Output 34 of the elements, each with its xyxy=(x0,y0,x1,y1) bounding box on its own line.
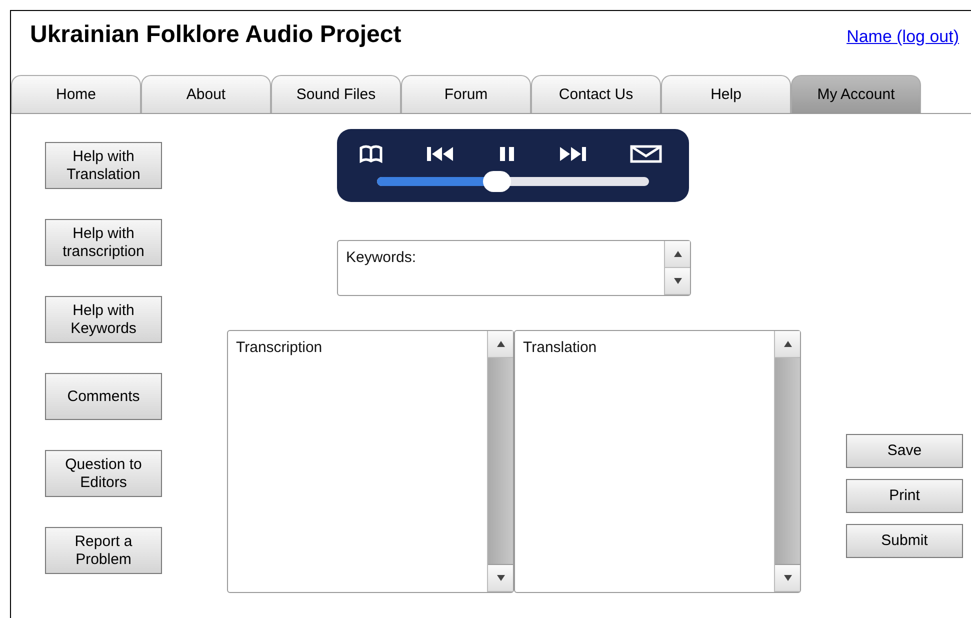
action-button[interactable]: Print xyxy=(846,479,963,513)
up-arrow-icon[interactable] xyxy=(784,341,792,347)
help-button[interactable]: Question to Editors xyxy=(45,450,162,497)
nav-tab[interactable]: Forum xyxy=(401,75,531,113)
down-arrow-icon[interactable] xyxy=(674,278,682,284)
site-title: Ukrainian Folklore Audio Project xyxy=(30,21,402,49)
scrollbar[interactable] xyxy=(774,331,800,592)
up-arrow-icon[interactable] xyxy=(496,341,504,347)
previous-icon[interactable] xyxy=(426,146,454,162)
nav-tab[interactable]: Contact Us xyxy=(531,75,661,113)
book-icon[interactable] xyxy=(359,145,383,163)
mail-icon[interactable] xyxy=(630,145,662,163)
action-button[interactable]: Save xyxy=(846,434,963,468)
nav-tab[interactable]: Help xyxy=(661,75,791,113)
progress-slider[interactable] xyxy=(377,171,649,192)
scrollbar[interactable] xyxy=(664,241,690,295)
up-arrow-icon[interactable] xyxy=(674,251,682,257)
help-button[interactable]: Help with Translation xyxy=(45,142,162,189)
down-arrow-icon[interactable] xyxy=(496,575,504,581)
slider-thumb[interactable] xyxy=(482,171,511,192)
help-button[interactable]: Help with Keywords xyxy=(45,296,162,343)
nav-tab[interactable]: My Account xyxy=(791,75,921,113)
pause-icon[interactable] xyxy=(498,146,516,162)
help-button[interactable]: Report a Problem xyxy=(45,527,162,574)
scrollbar[interactable] xyxy=(487,331,513,592)
nav-tab[interactable]: Sound Files xyxy=(271,75,401,113)
nav-tab[interactable]: About xyxy=(141,75,271,113)
down-arrow-icon[interactable] xyxy=(784,575,792,581)
nav-tab[interactable]: Home xyxy=(11,75,141,113)
help-button[interactable]: Help with transcription xyxy=(45,219,162,266)
action-button[interactable]: Submit xyxy=(846,524,963,558)
help-button[interactable]: Comments xyxy=(45,373,162,420)
next-icon[interactable] xyxy=(558,146,587,162)
user-link[interactable]: Name (log out) xyxy=(846,27,959,47)
